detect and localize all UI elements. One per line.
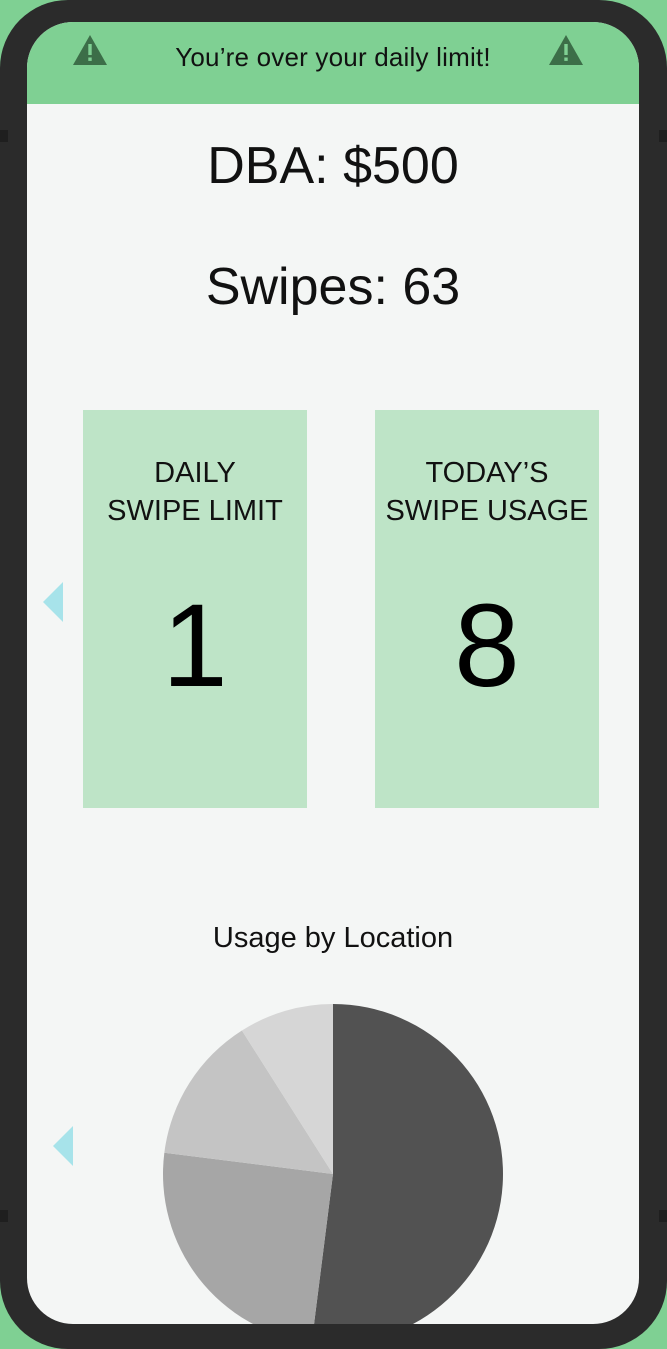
- phone-frame: You’re over your daily limit! DBA: $500 …: [0, 0, 667, 1349]
- screen: You’re over your daily limit! DBA: $500 …: [27, 22, 639, 1324]
- pie-slice: [314, 1004, 503, 1324]
- usage-pie-chart: [162, 1004, 503, 1324]
- side-button: [659, 130, 667, 142]
- side-button: [659, 1210, 667, 1222]
- side-button: [0, 130, 8, 142]
- side-button: [0, 1210, 8, 1222]
- pie-slice: [162, 1152, 333, 1324]
